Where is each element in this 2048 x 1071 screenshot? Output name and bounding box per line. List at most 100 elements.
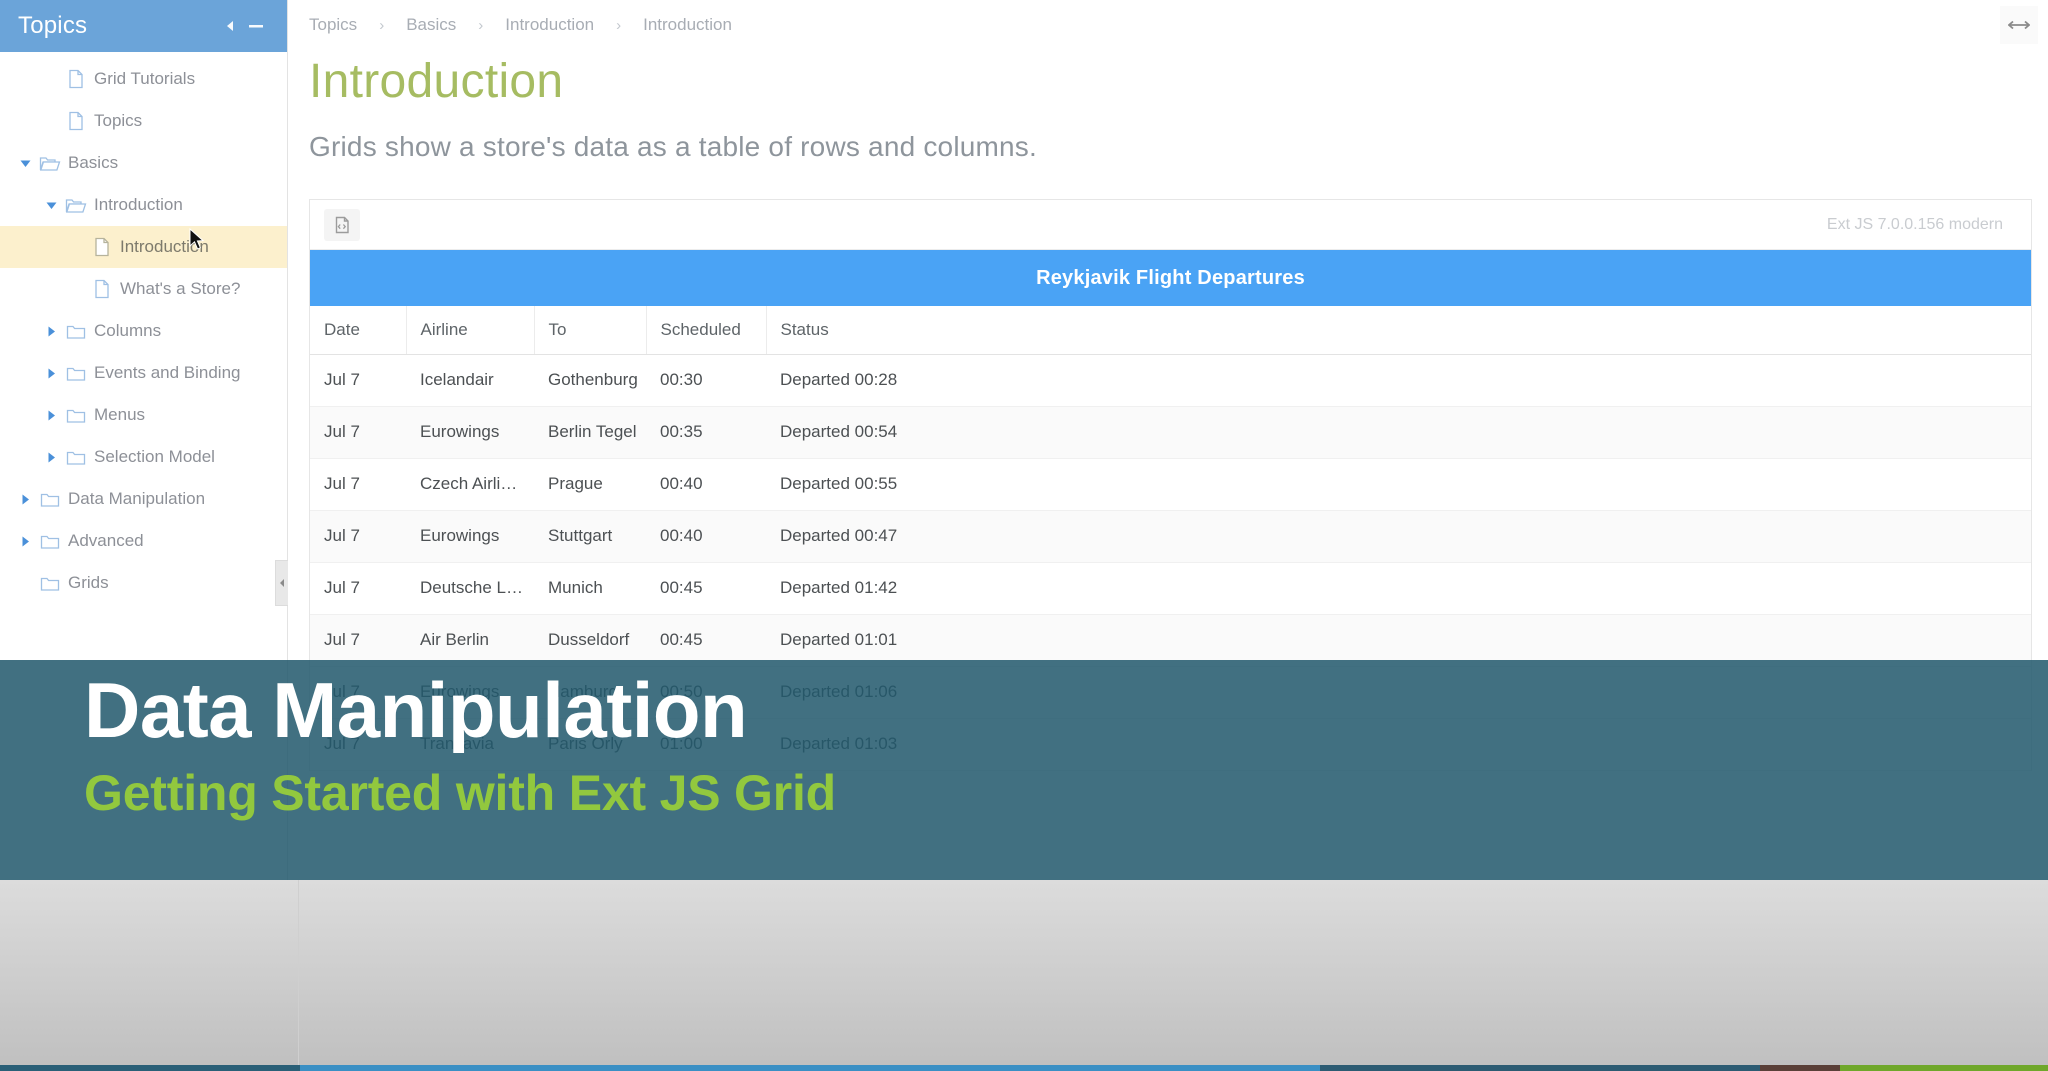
sidebar-item-label: What's a Store? [120, 279, 241, 298]
sidebar-item-events-and-binding[interactable]: Events and Binding [0, 352, 287, 394]
grid-row[interactable]: Jul 7 Deutsche L… Munich 00:45 Departed 01:4… [310, 562, 2031, 615]
caret-right-icon[interactable] [14, 494, 36, 505]
horizontal-resize-icon[interactable] [2000, 6, 2038, 44]
sidebar-item-label: Introduction [94, 195, 183, 214]
sidebar-minimize-icon[interactable] [243, 13, 269, 39]
sidebar-title: Topics [18, 12, 88, 39]
strip-segment-2 [300, 1065, 1320, 1071]
grid-cell: Deutsche L… [406, 562, 534, 615]
grid-cell: Departed 01:42 [766, 562, 2031, 615]
grid-column-header[interactable]: Status [766, 306, 2031, 355]
sidebar-header: Topics [0, 0, 287, 52]
sidebar-item-advanced[interactable]: Advanced [0, 520, 287, 562]
lower-third-subtitle: Getting Started with Ext JS Grid [84, 764, 837, 821]
folder-icon [36, 574, 64, 592]
grid-row[interactable]: Jul 7 Air Berlin Dusseldorf 00:45 Departed 0… [310, 614, 2031, 667]
grid-row[interactable]: Jul 7 Czech Airli… Prague 00:40 Departed 00:… [310, 458, 2031, 511]
folder-icon [36, 490, 64, 508]
grid-cell: Eurowings [406, 510, 534, 563]
caret-down-icon[interactable] [14, 159, 36, 168]
caret-right-icon[interactable] [40, 368, 62, 379]
grid-cell: Icelandair [406, 354, 534, 407]
grid-cell: Departed 00:28 [766, 354, 2031, 407]
sidebar-item-label: Grid Tutorials [94, 69, 196, 88]
folder-icon [62, 322, 90, 340]
caret-right-icon[interactable] [40, 326, 62, 337]
caret-down-icon[interactable] [40, 201, 62, 210]
grid-cell: Gothenburg [534, 354, 646, 407]
grid-cell: Departed 01:01 [766, 614, 2031, 667]
sidebar-item-columns[interactable]: Columns [0, 310, 287, 352]
breadcrumb-item[interactable]: Introduction [643, 15, 732, 35]
sidebar-item-grid-tutorials[interactable]: Grid Tutorials [0, 58, 287, 100]
grid-column-header[interactable]: To [534, 306, 647, 355]
grid-cell: Air Berlin [406, 614, 534, 667]
framework-version-label: Ext JS 7.0.0.156 modern [1826, 215, 2003, 233]
grid-row[interactable]: Jul 7 Icelandair Gothenburg 00:30 Departed 0… [310, 354, 2031, 407]
grid-column-header[interactable]: Airline [406, 306, 535, 355]
breadcrumb-separator: › [379, 16, 385, 34]
sidebar-tree: Grid Tutorials Topics Basics Introduction In… [0, 52, 287, 604]
grid-cell: Jul 7 [310, 406, 406, 459]
folder-icon [62, 364, 90, 382]
sidebar-item-what-s-a-store[interactable]: What's a Store? [0, 268, 287, 310]
sidebar-item-label: Basics [68, 153, 119, 172]
grid-cell: 00:40 [646, 458, 766, 511]
caret-right-icon[interactable] [14, 536, 36, 547]
breadcrumb-item[interactable]: Introduction [505, 15, 594, 35]
grid-cell: Jul 7 [310, 458, 406, 511]
sidebar-item-label: Events and Binding [94, 363, 241, 382]
caret-right-icon[interactable] [40, 452, 62, 463]
sidebar-item-label: Grids [68, 573, 109, 592]
sidebar-collapse-icon[interactable] [217, 13, 243, 39]
grid-column-header[interactable]: Date [310, 306, 407, 355]
strip-segment-5 [1840, 1065, 2048, 1071]
file-code-icon[interactable] [324, 208, 360, 241]
folder-icon [36, 532, 64, 550]
page-title: Introduction [309, 55, 564, 108]
grid-title: Reykjavik Flight Departures [310, 250, 2031, 307]
grid-cell: 00:35 [646, 406, 766, 459]
strip-segment-3 [1320, 1065, 1760, 1071]
sidebar-item-selection-model[interactable]: Selection Model [0, 436, 287, 478]
breadcrumb-item[interactable]: Basics [406, 15, 456, 35]
grid-row[interactable]: Jul 7 Eurowings Berlin Tegel 00:35 Departed … [310, 406, 2031, 459]
sidebar-item-introduction[interactable]: Introduction [0, 226, 287, 268]
grid-header-row: Date Airline To Scheduled Status [310, 306, 2031, 355]
grid-cell: Departed 00:55 [766, 458, 2031, 511]
grid-row[interactable]: Jul 7 Eurowings Stuttgart 00:40 Departed 00:… [310, 510, 2031, 563]
breadcrumb-item[interactable]: Topics [309, 15, 357, 35]
sidebar-item-data-manipulation[interactable]: Data Manipulation [0, 478, 287, 520]
breadcrumb-separator: › [616, 16, 622, 34]
sidebar-item-label: Topics [94, 111, 143, 130]
caret-right-icon[interactable] [40, 410, 62, 421]
grid-cell: Jul 7 [310, 562, 406, 615]
grid-cell: 00:45 [646, 614, 766, 667]
folder-icon [62, 448, 90, 466]
grid-column-header[interactable]: Scheduled [646, 306, 767, 355]
sidebar-item-label: Introduction [120, 237, 209, 256]
sidebar-collapse-handle[interactable] [275, 560, 288, 606]
page-subtitle: Grids show a store's data as a table of … [309, 131, 1037, 163]
folder-open-icon [62, 196, 90, 214]
sidebar-item-topics[interactable]: Topics [0, 100, 287, 142]
grid-cell: Departed 00:54 [766, 406, 2031, 459]
file-icon [88, 237, 116, 257]
file-icon [62, 111, 90, 131]
example-toolbar: Ext JS 7.0.0.156 modern [310, 200, 2031, 251]
folder-icon [62, 406, 90, 424]
sidebar-item-label: Data Manipulation [68, 489, 206, 508]
grid-cell: Dusseldorf [534, 614, 646, 667]
sidebar-item-basics[interactable]: Basics [0, 142, 287, 184]
sidebar-item-label: Advanced [68, 531, 144, 550]
bottom-screen-strip [0, 1065, 2048, 1071]
grid-cell: Jul 7 [310, 354, 406, 407]
grid-cell: 00:40 [646, 510, 766, 563]
sidebar-item-introduction[interactable]: Introduction [0, 184, 287, 226]
sidebar-item-menus[interactable]: Menus [0, 394, 287, 436]
breadcrumb-separator: › [478, 16, 484, 34]
sidebar-item-grids[interactable]: Grids [0, 562, 287, 604]
folder-open-icon [36, 154, 64, 172]
strip-segment-4 [1760, 1065, 1840, 1071]
breadcrumb: Topics › Basics › Introduction › Introduction [289, 0, 2048, 50]
